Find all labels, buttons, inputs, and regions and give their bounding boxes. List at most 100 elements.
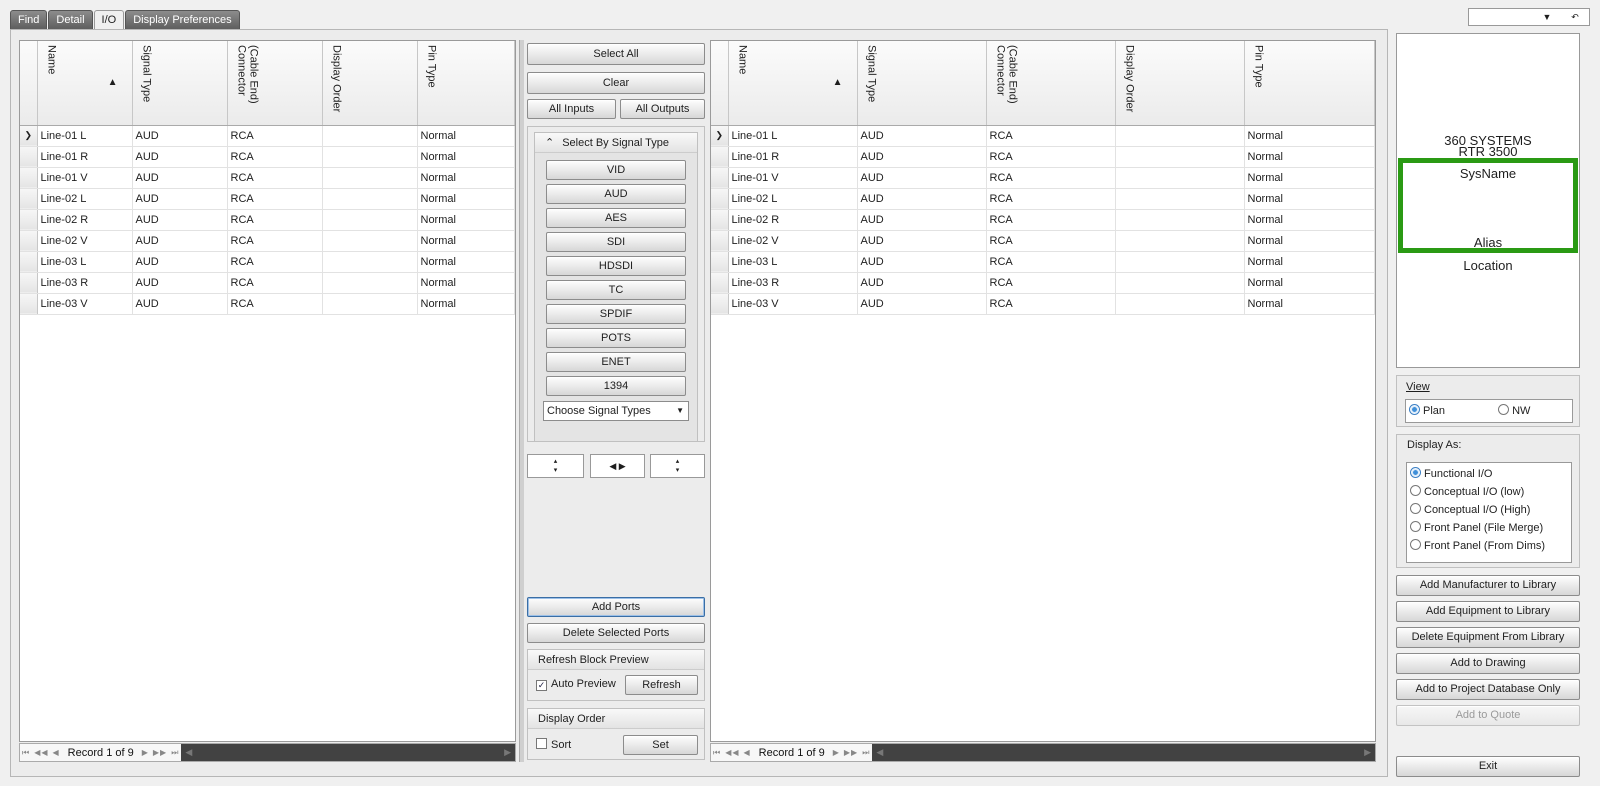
display-as-option[interactable]: Conceptual I/O (low): [1410, 485, 1571, 503]
cell-name[interactable]: Line-02 L: [728, 188, 858, 210]
checkbox-unchecked-icon[interactable]: [536, 738, 547, 749]
cell-pin-type[interactable]: Normal: [417, 272, 515, 294]
cell-display-order[interactable]: [1115, 167, 1245, 189]
add-manufacturer-to-library-button[interactable]: Add Manufacturer to Library: [1396, 575, 1580, 596]
splitter-handle[interactable]: [519, 40, 524, 762]
signal-type-button-sdi[interactable]: SDI: [546, 232, 686, 252]
scroll-right-icon[interactable]: ▶: [504, 747, 511, 758]
cell-signal-type[interactable]: AUD: [857, 167, 987, 189]
cell-signal-type[interactable]: AUD: [857, 272, 987, 294]
next-page-icon[interactable]: ▶▶: [842, 748, 860, 757]
row-indicator[interactable]: [20, 293, 38, 315]
cell-connector[interactable]: RCA: [227, 293, 323, 315]
table-row[interactable]: Line-03 L AUD RCA Normal: [711, 251, 1375, 273]
cell-name[interactable]: Line-03 V: [37, 293, 133, 315]
cell-display-order[interactable]: [1115, 293, 1245, 315]
cell-signal-type[interactable]: AUD: [132, 251, 228, 273]
column-header-display-order[interactable]: Display Order: [322, 41, 418, 126]
display-as-option[interactable]: Front Panel (File Merge): [1410, 521, 1571, 539]
cell-name[interactable]: Line-01 L: [728, 125, 858, 147]
scroll-left-icon[interactable]: ◀: [185, 747, 192, 758]
radio-icon[interactable]: [1410, 521, 1421, 532]
table-row[interactable]: Line-03 R AUD RCA Normal: [711, 272, 1375, 294]
cell-name[interactable]: Line-01 R: [728, 146, 858, 168]
add-ports-button[interactable]: Add Ports: [527, 597, 705, 617]
clear-button[interactable]: Clear: [527, 72, 705, 94]
row-indicator[interactable]: [711, 251, 729, 273]
cell-display-order[interactable]: [322, 293, 418, 315]
cell-pin-type[interactable]: Normal: [417, 251, 515, 273]
prev-record-icon[interactable]: ◀: [51, 748, 62, 757]
cell-pin-type[interactable]: Normal: [1244, 188, 1375, 210]
cell-signal-type[interactable]: AUD: [132, 188, 228, 210]
row-indicator[interactable]: [20, 251, 38, 273]
cell-pin-type[interactable]: Normal: [417, 230, 515, 252]
cell-signal-type[interactable]: AUD: [132, 209, 228, 231]
table-row[interactable]: Line-03 L AUD RCA Normal: [20, 251, 515, 273]
table-row[interactable]: Line-03 R AUD RCA Normal: [20, 272, 515, 294]
table-row[interactable]: Line-02 L AUD RCA Normal: [20, 188, 515, 210]
cell-connector[interactable]: RCA: [227, 272, 323, 294]
tab-display-preferences[interactable]: Display Preferences: [125, 10, 240, 29]
cell-pin-type[interactable]: Normal: [1244, 167, 1375, 189]
scroll-left-icon[interactable]: ◀: [876, 747, 883, 758]
signal-type-button-aes[interactable]: AES: [546, 208, 686, 228]
signal-type-button-spdif[interactable]: SPDIF: [546, 304, 686, 324]
signal-type-button-1394[interactable]: 1394: [546, 376, 686, 396]
cell-display-order[interactable]: [1115, 146, 1245, 168]
all-outputs-button[interactable]: All Outputs: [620, 99, 705, 119]
table-row[interactable]: ❯ Line-01 L AUD RCA Normal: [711, 125, 1375, 147]
delete-selected-ports-button[interactable]: Delete Selected Ports: [527, 623, 705, 643]
cell-display-order[interactable]: [1115, 188, 1245, 210]
cell-name[interactable]: Line-01 L: [37, 125, 133, 147]
cell-connector[interactable]: RCA: [986, 209, 1116, 231]
display-as-option[interactable]: Functional I/O: [1410, 467, 1571, 485]
cell-pin-type[interactable]: Normal: [1244, 230, 1375, 252]
layout-combo[interactable]: ▼ ↶: [1468, 8, 1590, 26]
sort-checkbox[interactable]: Sort: [536, 738, 571, 751]
row-indicator[interactable]: [20, 167, 38, 189]
table-row[interactable]: Line-02 V AUD RCA Normal: [711, 230, 1375, 252]
column-header-pin-type[interactable]: Pin Type: [417, 41, 515, 126]
cell-display-order[interactable]: [322, 125, 418, 147]
column-header-name[interactable]: Name ▲: [728, 41, 858, 126]
cell-connector[interactable]: RCA: [986, 167, 1116, 189]
signal-type-button-vid[interactable]: VID: [546, 160, 686, 180]
set-button[interactable]: Set: [623, 735, 698, 755]
table-row[interactable]: Line-02 V AUD RCA Normal: [20, 230, 515, 252]
cell-connector[interactable]: RCA: [227, 125, 323, 147]
radio-icon[interactable]: [1410, 539, 1421, 550]
exit-button[interactable]: Exit: [1396, 756, 1580, 777]
cell-signal-type[interactable]: AUD: [857, 293, 987, 315]
dropdown-arrow-icon[interactable]: ▼: [1533, 12, 1561, 22]
cell-display-order[interactable]: [322, 146, 418, 168]
add-to-drawing-button[interactable]: Add to Drawing: [1396, 653, 1580, 674]
cell-signal-type[interactable]: AUD: [132, 125, 228, 147]
cell-name[interactable]: Line-03 L: [37, 251, 133, 273]
tab-find[interactable]: Find: [10, 10, 48, 29]
cell-connector[interactable]: RCA: [986, 125, 1116, 147]
table-row[interactable]: Line-02 R AUD RCA Normal: [20, 209, 515, 231]
cell-connector[interactable]: RCA: [227, 188, 323, 210]
cell-pin-type[interactable]: Normal: [417, 188, 515, 210]
cell-name[interactable]: Line-03 L: [728, 251, 858, 273]
display-as-option[interactable]: Conceptual I/O (High): [1410, 503, 1571, 521]
cell-signal-type[interactable]: AUD: [857, 146, 987, 168]
preview-block-outline[interactable]: SysName Alias: [1398, 158, 1578, 253]
all-inputs-button[interactable]: All Inputs: [527, 99, 616, 119]
add-to-quote-button[interactable]: Add to Quote: [1396, 705, 1580, 726]
cell-pin-type[interactable]: Normal: [1244, 209, 1375, 231]
last-record-icon[interactable]: ⏭: [860, 748, 872, 758]
collapse-icon[interactable]: ⌃: [545, 137, 554, 149]
refresh-button[interactable]: Refresh: [625, 675, 698, 695]
cell-signal-type[interactable]: AUD: [857, 188, 987, 210]
cell-display-order[interactable]: [1115, 272, 1245, 294]
prev-record-icon[interactable]: ◀: [742, 748, 753, 757]
table-row[interactable]: Line-01 V AUD RCA Normal: [711, 167, 1375, 189]
cell-name[interactable]: Line-03 V: [728, 293, 858, 315]
horizontal-scrollbar[interactable]: ◀ ▶: [181, 744, 515, 761]
cell-connector[interactable]: RCA: [986, 230, 1116, 252]
cell-name[interactable]: Line-01 R: [37, 146, 133, 168]
row-indicator[interactable]: [711, 272, 729, 294]
table-row[interactable]: Line-03 V AUD RCA Normal: [711, 293, 1375, 315]
